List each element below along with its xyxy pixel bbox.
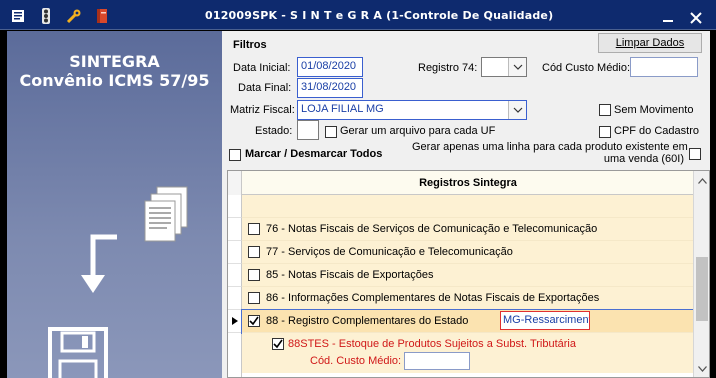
window-title: 012009SPK - S I N T e G R A (1-Controle … (205, 9, 554, 22)
sub-item-88stes: 88STES - Estoque de Produtos Sujeitos a … (242, 333, 694, 373)
menu-icon[interactable] (10, 8, 26, 24)
row-checkbox[interactable] (248, 223, 260, 235)
row-selector[interactable] (228, 287, 242, 310)
gerar-linha-label-line2: uma venda (60I) (603, 153, 684, 165)
registro74-label: Registro 74: (418, 62, 478, 74)
row-checkbox[interactable] (248, 269, 260, 281)
matriz-fiscal-value: LOJA FILIAL MG (301, 103, 384, 115)
row-selector[interactable] (228, 241, 242, 264)
row-label: 77 - Serviços de Comunicação e Telecomun… (266, 246, 513, 258)
traffic-light-icon[interactable] (38, 8, 54, 24)
sub-item-label: 88STES - Estoque de Produtos Sujeitos a … (288, 338, 576, 350)
left-title-sintegra: SINTEGRA (69, 52, 160, 71)
limpar-dados-button[interactable]: Limpar Dados (598, 33, 702, 53)
grid-header: Registros Sintegra (228, 171, 694, 195)
scroll-thumb[interactable] (696, 257, 708, 321)
title-bar: 012009SPK - S I N T e G R A (1-Controle … (0, 0, 716, 30)
current-row-indicator[interactable] (228, 310, 242, 333)
row-checkbox[interactable] (248, 246, 260, 258)
sub-item-checkbox[interactable] (272, 338, 284, 350)
matriz-fiscal-select[interactable]: LOJA FILIAL MG (297, 100, 527, 120)
row-label: 86 - Informações Complementares de Notas… (266, 292, 600, 304)
left-panel: SINTEGRA Convênio ICMS 57/95 (7, 31, 222, 378)
filters-panel: Filtros Limpar Dados Data Inicial: 01/08… (222, 31, 710, 378)
close-button[interactable] (688, 10, 704, 26)
gerar-linha-label-line1: Gerar apenas uma linha para cada produto… (412, 141, 688, 153)
data-final-label: Data Final: (238, 82, 292, 94)
table-row[interactable]: 85 - Notas Fiscais de Exportações (242, 264, 694, 287)
sub-item-cod-label: Cód. Custo Médio: (310, 355, 402, 367)
sem-movimento-checkbox[interactable] (599, 104, 611, 116)
arrow-down-icon (71, 231, 121, 300)
cpf-cadastro-label: CPF do Cadastro (614, 125, 699, 137)
registros-grid: Registros Sintegra 76 - Notas Fiscais de… (227, 170, 710, 378)
estado-field[interactable] (297, 120, 319, 140)
chevron-down-icon[interactable] (508, 58, 526, 76)
sem-movimento-label: Sem Movimento (614, 104, 694, 116)
marcar-todos-checkbox[interactable] (229, 149, 241, 161)
data-inicial-label: Data Inicial: (233, 62, 291, 74)
row-checkbox-checked[interactable] (248, 315, 260, 327)
uf-complemento-field[interactable]: MG-Ressarcimento (500, 311, 590, 330)
floppy-disk-icon (48, 327, 108, 378)
data-final-field[interactable]: 31/08/2020 (297, 78, 363, 98)
table-row[interactable] (242, 195, 694, 218)
row-selector[interactable] (228, 264, 242, 287)
minimize-button[interactable] (660, 10, 676, 26)
chevron-down-icon[interactable] (508, 101, 526, 119)
data-inicial-field[interactable]: 01/08/2020 (297, 57, 363, 77)
estado-label: Estado: (255, 125, 293, 137)
documents-icon (143, 185, 189, 250)
table-row-current[interactable]: 88 - Registro Complementares do Estado M… (241, 309, 695, 334)
check-icon (249, 316, 259, 326)
left-title-convenio: Convênio ICMS 57/95 (19, 71, 210, 90)
matriz-fiscal-label: Matriz Fiscal: (230, 104, 295, 116)
gerar-arquivo-label: Gerar um arquivo para cada UF (340, 125, 496, 137)
gerar-linha-checkbox[interactable] (689, 148, 701, 160)
marcar-todos-label: Marcar / Desmarcar Todos (245, 148, 383, 160)
row-label: 88 - Registro Complementares do Estado (266, 315, 469, 327)
filtros-label: Filtros (233, 39, 267, 51)
row-label: 85 - Notas Fiscais de Exportações (266, 269, 434, 281)
row-label: 76 - Notas Fiscais de Serviços de Comuni… (266, 223, 598, 235)
table-row[interactable]: 76 - Notas Fiscais de Serviços de Comuni… (242, 218, 694, 241)
row-selector[interactable] (228, 218, 242, 241)
cod-custo-medio-label: Cód Custo Médio: (542, 62, 631, 74)
cpf-cadastro-checkbox[interactable] (599, 126, 611, 138)
registro74-select[interactable] (481, 57, 527, 77)
row-selector[interactable] (228, 195, 242, 218)
row-checkbox[interactable] (248, 292, 260, 304)
grid-header-selector (228, 171, 242, 195)
check-icon (273, 339, 283, 349)
scroll-down-icon[interactable] (694, 361, 709, 377)
gerar-arquivo-checkbox[interactable] (325, 126, 337, 138)
row-selector[interactable] (228, 333, 242, 377)
table-row[interactable]: 86 - Informações Complementares de Notas… (242, 287, 694, 310)
grid-header-title: Registros Sintegra (419, 177, 517, 189)
table-row[interactable]: 77 - Serviços de Comunicação e Telecomun… (242, 241, 694, 264)
scroll-up-icon[interactable] (694, 173, 709, 189)
book-icon[interactable] (94, 8, 110, 24)
grid-scrollbar[interactable] (693, 171, 709, 377)
tools-icon[interactable] (66, 8, 82, 24)
sub-item-cod-field[interactable] (404, 352, 470, 370)
cod-custo-medio-field[interactable] (630, 57, 698, 77)
